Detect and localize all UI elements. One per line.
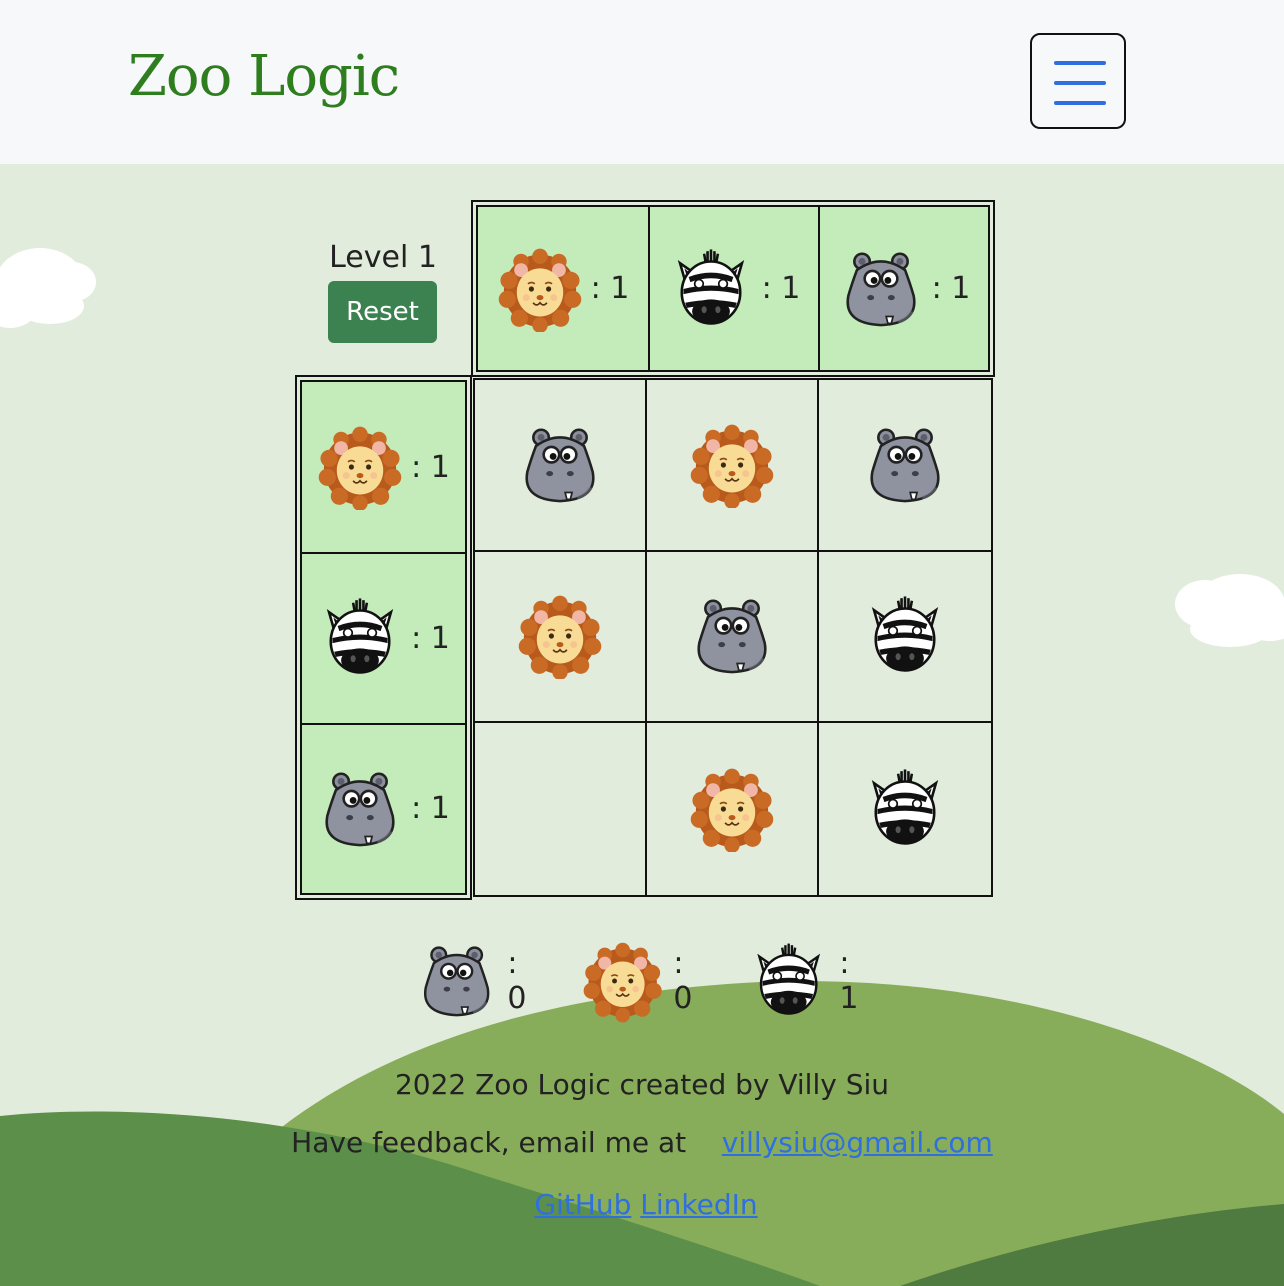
grid-cell[interactable] [647,551,819,724]
grid-cell[interactable] [647,380,819,552]
animal-counters: : 0 : 0: 1 [416,938,876,1024]
hamburger-icon-bar [1054,81,1106,85]
counter-lion[interactable]: : 0 [582,938,710,1024]
zebra-icon [871,769,939,845]
lion-icon [498,248,581,332]
brand-title[interactable]: Zoo Logic [128,44,400,109]
footer-feedback-text: Have feedback, email me at [291,1126,687,1159]
github-link[interactable]: GitHub [534,1188,631,1221]
clue-count: : 1 [761,271,801,306]
lion-icon [690,768,774,853]
grid-cell[interactable] [475,380,647,552]
zebra-icon [757,943,821,1015]
clue-count: : 1 [931,271,971,306]
grid-cell[interactable] [819,551,991,724]
grid-cell[interactable] [647,723,819,895]
hamburger-icon [1054,61,1106,65]
column-clue: : 1 [817,207,988,370]
row-clue: : 1 [302,552,465,722]
reset-button[interactable]: Reset [328,281,437,343]
navbar: Zoo Logic [0,0,1284,164]
clue-count: : 1 [411,620,450,656]
hippo-icon [846,251,916,326]
cloud-left [0,248,96,328]
grid-cell[interactable] [475,723,647,895]
linkedin-link[interactable]: LinkedIn [640,1188,757,1221]
hippo-icon [697,599,767,674]
hippo-icon [525,428,595,503]
zebra-icon [677,248,744,325]
zebra-icon [871,596,939,673]
counter-zebra[interactable]: : 1 [748,938,876,1024]
clue-count: : 1 [411,791,450,827]
cloud-right [1175,574,1284,647]
level-label: Level 1 [329,240,437,275]
column-clue: : 1 [478,207,648,370]
row-clues: : 1 : 1: 1 [295,375,472,900]
hamburger-icon-bar [1054,101,1106,105]
footer-credit: 2022 Zoo Logic created by Villy Siu [394,1068,890,1101]
counter-value: : 0 [507,946,527,1016]
clue-count: : 1 [590,271,630,306]
clue-count: : 1 [411,449,450,485]
column-clue: : 1 [647,207,818,370]
lion-icon [583,942,662,1023]
footer-feedback-line: Have feedback, email me at villysiu@gmai… [0,1126,1284,1159]
lion-icon [690,424,774,508]
counter-value: : 1 [839,946,859,1016]
row-clue: : 1 [302,722,465,893]
counter-hippo[interactable]: : 0 [416,938,544,1024]
zebra-icon [326,598,394,675]
grid-cell[interactable] [475,551,647,724]
game-grid [473,378,993,897]
hippo-icon [325,772,395,847]
column-clues: : 1 : 1: 1 [471,200,995,377]
hippo-icon [870,428,940,503]
menu-toggle-button[interactable] [1030,33,1126,129]
footer-links: GitHub LinkedIn [0,1188,1284,1221]
counter-value: : 0 [673,946,693,1016]
grid-cell[interactable] [819,380,991,552]
hippo-icon [423,946,490,1017]
lion-icon [518,596,602,680]
email-link[interactable]: villysiu@gmail.com [722,1126,993,1159]
row-clue: : 1 [302,382,465,552]
lion-icon [318,426,402,511]
grid-cell[interactable] [819,723,991,895]
